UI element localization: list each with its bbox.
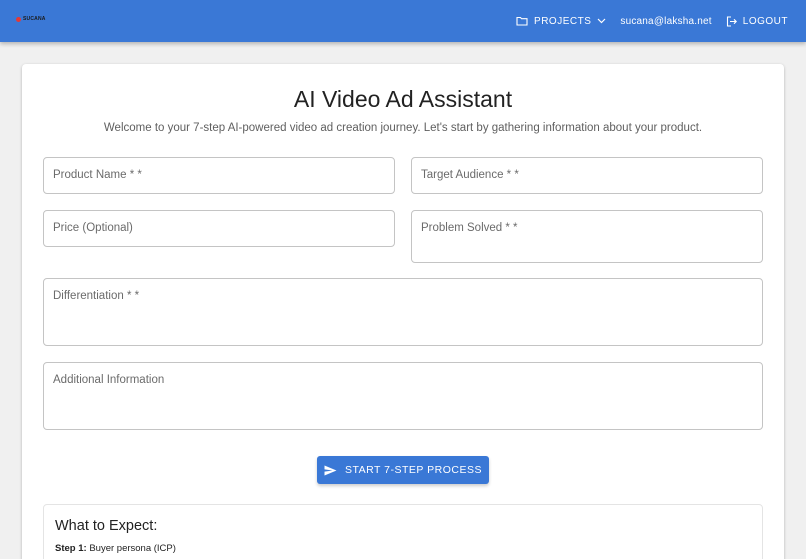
logo[interactable]: SUCANA: [16, 16, 46, 22]
product-name-field[interactable]: Product Name * *: [43, 157, 395, 194]
product-name-label: Product Name * *: [53, 169, 142, 181]
step-prefix: Step 1:: [55, 543, 87, 554]
folder-icon: [516, 16, 528, 26]
differentiation-label: Differentiation * *: [53, 290, 140, 302]
header-nav: PROJECTS sucana@laksha.net LOGOUT: [516, 0, 788, 42]
page-title: AI Video Ad Assistant: [293, 86, 513, 112]
step-text: Buyer persona (ICP): [89, 543, 176, 554]
app-bar: SUCANA PROJECTS sucana@laksha.net LOGOUT: [0, 0, 806, 42]
page-subtitle: Welcome to your 7-step AI-powered video …: [103, 122, 703, 134]
logo-text: SUCANA: [23, 16, 46, 22]
logout-icon: [726, 15, 737, 27]
logo-mark-icon: [16, 16, 21, 22]
start-process-button[interactable]: START 7-STEP PROCESS: [317, 456, 489, 484]
send-icon: [324, 465, 337, 476]
additional-info-field[interactable]: Additional Information: [43, 362, 763, 430]
problem-solved-label: Problem Solved * *: [421, 222, 518, 234]
logout-button[interactable]: LOGOUT: [726, 16, 788, 27]
price-field[interactable]: Price (Optional): [43, 210, 395, 247]
price-label: Price (Optional): [53, 222, 133, 234]
differentiation-field[interactable]: Differentiation * *: [43, 278, 763, 346]
additional-info-label: Additional Information: [53, 374, 165, 386]
logout-label: LOGOUT: [742, 15, 788, 27]
chevron-down-icon: [597, 18, 606, 24]
target-audience-field[interactable]: Target Audience * *: [411, 157, 763, 194]
main-card: AI Video Ad Assistant Welcome to your 7-…: [22, 64, 784, 559]
target-audience-label: Target Audience * *: [421, 169, 519, 181]
start-process-label: START 7-STEP PROCESS: [344, 464, 482, 476]
step-item: Step 1: Buyer persona (ICP): [55, 543, 751, 554]
user-email: sucana@laksha.net: [620, 15, 712, 27]
problem-solved-field[interactable]: Problem Solved * *: [411, 210, 763, 263]
what-to-expect-title: What to Expect:: [55, 518, 158, 534]
projects-menu-button[interactable]: PROJECTS: [516, 16, 606, 27]
what-to-expect-panel: What to Expect: Step 1: Buyer persona (I…: [43, 504, 763, 559]
projects-label: PROJECTS: [534, 15, 592, 27]
